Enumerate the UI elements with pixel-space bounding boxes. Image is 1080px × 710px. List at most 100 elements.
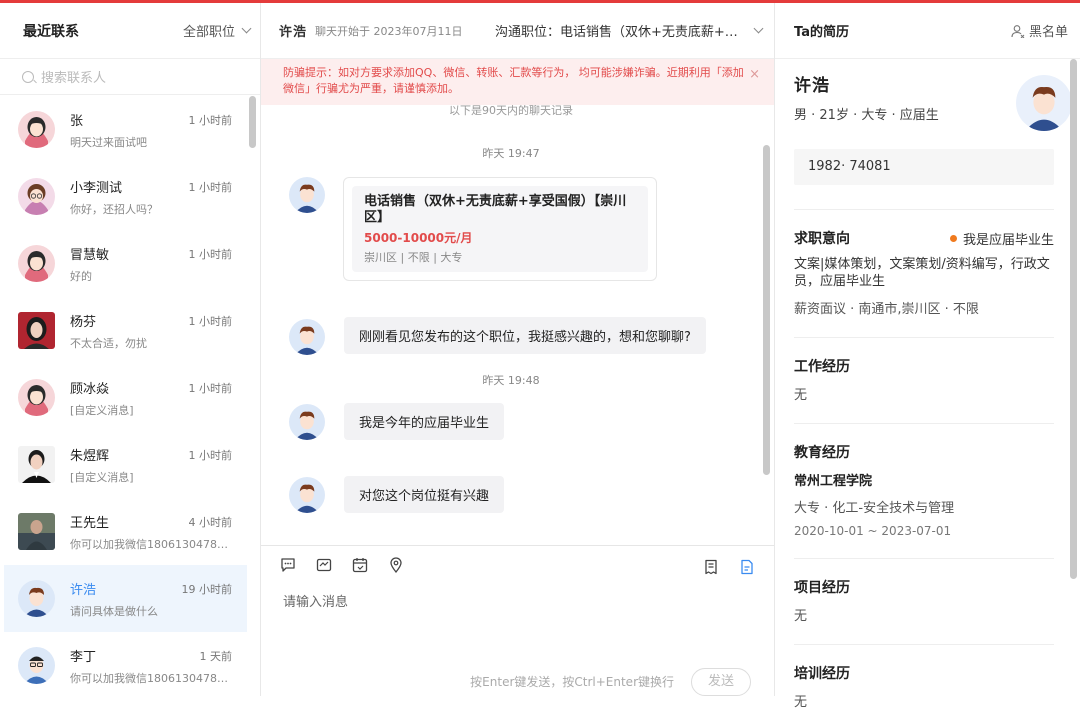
contact-time: 19 小时前: [181, 583, 233, 596]
avatar: [18, 446, 55, 483]
candidate-phone: 1982· 74081: [794, 149, 1054, 185]
contacts-header: 最近联系 全部职位: [0, 3, 260, 59]
composer-tools: [261, 546, 774, 574]
avatar: [18, 178, 55, 215]
avatar: [18, 312, 55, 349]
training-value: 无: [794, 695, 808, 710]
chat-scrollbar[interactable]: [763, 145, 770, 475]
search-input[interactable]: 搜索联系人: [41, 67, 106, 86]
send-hint: 按Enter键发送，按Ctrl+Enter键换行: [470, 675, 674, 689]
contact-item[interactable]: 小李测试 你好，还招人吗？ 1 小时前: [4, 163, 247, 230]
chevron-down-icon: [241, 23, 252, 34]
avatar: [18, 647, 55, 684]
contact-last-message: 你可以加我微信18061304789...: [70, 671, 230, 685]
app: 最近联系 全部职位 搜索联系人 张 明天过来面试吧 1 小时前 小李测试 你好，…: [0, 3, 1080, 710]
message-bubble: 刚刚看见您发布的这个职位，我挺感兴趣的，想和您聊聊?: [344, 317, 706, 354]
contact-last-message: 你好，还招人吗？: [70, 202, 158, 216]
send-button[interactable]: 发送: [691, 668, 751, 696]
avatar: [18, 580, 55, 617]
project-value: 无: [794, 609, 808, 624]
document-icon[interactable]: [702, 558, 720, 576]
status-badge: 我是应届毕业生: [949, 229, 1054, 248]
resume-icon[interactable]: [738, 558, 756, 576]
chat-header: 许浩 聊天开始于 2023年07月11日 沟通职位：电话销售（双休+无责底薪+享…: [261, 3, 774, 59]
edu-date: 2020-10-01 ~ 2023-07-01: [794, 524, 952, 538]
job-card[interactable]: 电话销售（双休+无责底薪+享受国假）【崇川区】 5000-10000元/月 崇川…: [343, 177, 657, 281]
message-timestamp: 昨天 19:47: [482, 147, 540, 160]
avatar: [289, 404, 325, 440]
contact-time: 1 小时前: [188, 181, 233, 194]
section-title: 培训经历: [794, 666, 850, 682]
message-bubble: 我是今年的应届毕业生: [344, 403, 505, 440]
location-icon[interactable]: [387, 556, 405, 574]
avatar: [1016, 75, 1072, 131]
status-dot-icon: [949, 234, 957, 242]
contact-item[interactable]: 杨芬 不太合适，勿扰 1 小时前: [4, 297, 247, 364]
avatar: [18, 111, 55, 148]
edu-school: 常州工程学院: [794, 474, 873, 489]
avatar: [289, 477, 325, 513]
contact-item[interactable]: 冒慧敏 好的 1 小时前: [4, 230, 247, 297]
message-bubble: 对您这个岗位挺有兴趣: [344, 476, 505, 513]
section-training: 培训经历 无: [794, 644, 1054, 710]
chat-position-selector[interactable]: 沟通职位：电话销售（双休+无责底薪+享…: [495, 21, 745, 40]
chevron-down-icon[interactable]: [753, 23, 764, 34]
search-icon: [22, 70, 34, 83]
edu-major: 大专 · 化工-安全技术与管理: [794, 501, 955, 516]
avatar: [289, 177, 325, 213]
resume-panel: Ta的简历 黑名单 许浩 男 · 21岁 · 大专 · 应届生 1982· 74…: [775, 3, 1080, 710]
contact-list-scrollbar[interactable]: [249, 96, 256, 148]
resume-title: Ta的简历: [794, 25, 849, 40]
contact-last-message: 不太合适，勿扰: [70, 336, 147, 350]
message-input[interactable]: 请输入消息: [283, 591, 348, 610]
resume-scrollbar[interactable]: [1070, 59, 1077, 579]
candidate-basic-info: 男 · 21岁 · 大专 · 应届生: [794, 108, 939, 123]
contact-item[interactable]: 朱煜辉 [自定义消息] 1 小时前: [4, 431, 247, 498]
contact-item[interactable]: 顾冰焱 [自定义消息] 1 小时前: [4, 364, 247, 431]
position-filter-dropdown[interactable]: 全部职位: [182, 21, 252, 40]
candidate-name: 许浩: [794, 76, 830, 96]
section-title: 教育经历: [794, 445, 850, 461]
chat-contact-name: 许浩: [279, 25, 308, 40]
contact-search[interactable]: 搜索联系人: [0, 59, 260, 95]
job-card-title: 电话销售（双休+无责底薪+享受国假）【崇川区】: [364, 194, 627, 225]
contact-last-message: 你可以加我微信18061304789...: [70, 537, 230, 551]
job-card-meta: 崇川区 | 不限 | 大专: [364, 251, 463, 264]
contact-time: 1 小时前: [188, 114, 233, 127]
phrase-icon[interactable]: [315, 556, 333, 574]
contact-last-message: [自定义消息]: [70, 470, 134, 484]
contact-item[interactable]: 王先生 你可以加我微信18061304789... 4 小时前: [4, 498, 247, 565]
status-label: 我是应届毕业生: [962, 232, 1054, 248]
resume-body: 许浩 男 · 21岁 · 大专 · 应届生 1982· 74081 求职意向 我…: [794, 59, 1072, 710]
contact-time: 1 小时前: [188, 315, 233, 328]
blacklist-button[interactable]: 黑名单: [1011, 21, 1068, 40]
contact-item-selected[interactable]: 许浩 请问具体是做什么 19 小时前: [4, 565, 247, 632]
section-title: 项目经历: [794, 580, 850, 596]
chat-messages: 以下是90天内的聊天记录 昨天 19:47 电话销售（双休+无责底薪+享受国假）…: [261, 105, 761, 545]
composer-tools-right: [702, 558, 756, 576]
contact-time: 4 小时前: [188, 516, 233, 529]
section-project: 项目经历 无: [794, 558, 1054, 624]
resume-header: Ta的简历 黑名单: [775, 3, 1080, 59]
chat-bubble-icon[interactable]: [279, 556, 297, 574]
section-title: 求职意向: [794, 231, 850, 247]
close-icon[interactable]: ×: [749, 67, 760, 83]
position-filter-label: 全部职位: [182, 25, 235, 40]
job-card-salary: 5000-10000元/月: [364, 231, 473, 245]
contact-item[interactable]: 张 明天过来面试吧 1 小时前: [4, 96, 247, 163]
section-title: 工作经历: [794, 359, 850, 375]
fraud-warning-text: 防骗提示：如对方要求添加QQ、微信、转账、汇款等行为， 均可能涉嫌诈骗。近期利用…: [283, 66, 744, 95]
avatar: [18, 513, 55, 550]
work-value: 无: [794, 388, 808, 403]
avatar: [289, 319, 325, 355]
avatar: [18, 245, 55, 282]
calendar-icon[interactable]: [351, 556, 369, 574]
contact-item[interactable]: 李丁 你可以加我微信18061304789... 1 天前: [4, 632, 247, 696]
contacts-panel: 最近联系 全部职位 搜索联系人 张 明天过来面试吧 1 小时前 小李测试 你好，…: [0, 3, 261, 696]
composer: 请输入消息 按Enter键发送，按Ctrl+Enter键换行 发送: [261, 545, 774, 696]
message-timestamp: 昨天 19:48: [482, 374, 540, 387]
avatar: [18, 379, 55, 416]
contact-last-message: [自定义消息]: [70, 403, 134, 417]
section-education: 教育经历 常州工程学院 大专 · 化工-安全技术与管理 2020-10-01 ~…: [794, 423, 1054, 538]
user-icon: [1011, 24, 1025, 38]
